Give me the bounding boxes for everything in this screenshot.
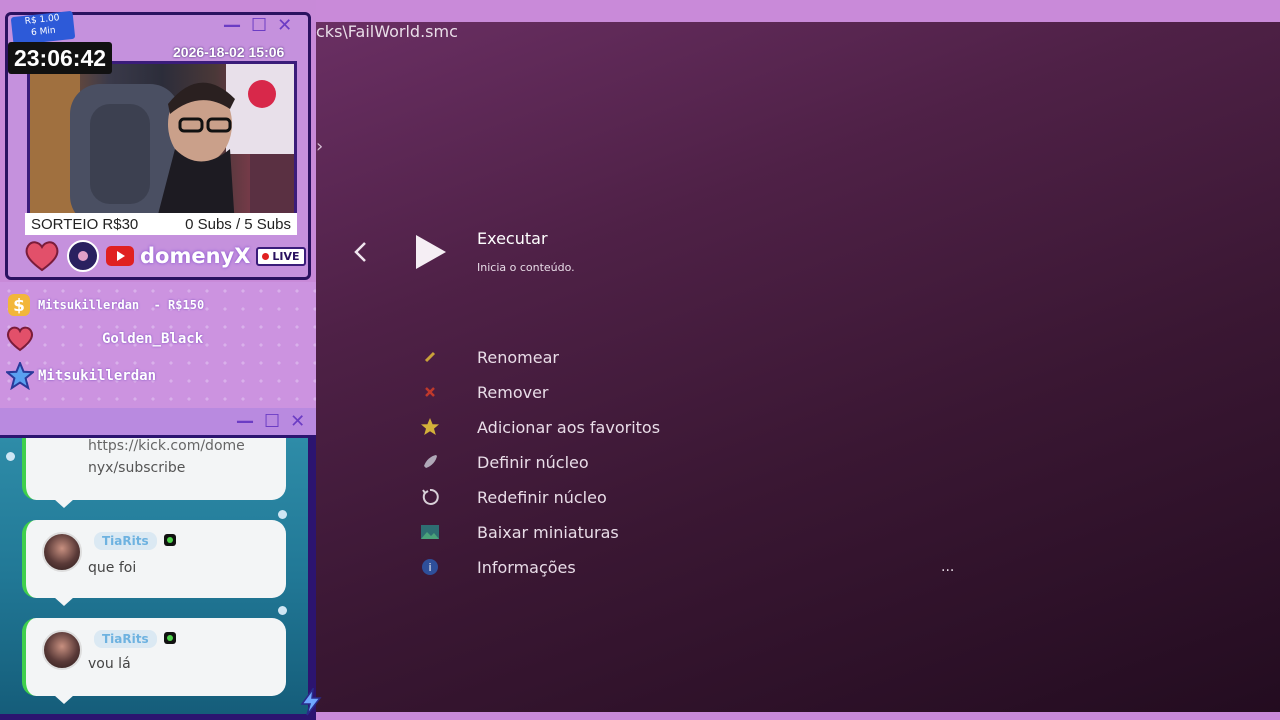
avatar	[42, 630, 82, 670]
message-text: vou lá	[88, 656, 131, 672]
menu-item-label: Remover	[477, 382, 549, 402]
decor-dot	[278, 606, 287, 615]
username: TiaRits	[94, 532, 157, 550]
event-row: Mitsukillerdan	[6, 362, 156, 390]
more-ellipsis: ...	[941, 559, 955, 575]
channel-name: domenyX	[140, 244, 251, 268]
menu-item-label: Informações	[477, 557, 576, 577]
message-text: que foi	[88, 560, 137, 576]
webcam-feed	[27, 61, 297, 229]
event-text: Golden_Black	[102, 331, 204, 347]
maximize-icon: ☐	[264, 411, 281, 432]
menu-item-remove[interactable]: Remover	[418, 378, 978, 406]
channel-footer: domenyX LIVE	[24, 239, 306, 273]
svg-text:i: i	[428, 561, 431, 574]
menu-item-label: Baixar miniaturas	[477, 522, 619, 542]
rocket-icon	[418, 450, 442, 474]
menu-item-information[interactable]: i Informações	[418, 553, 978, 581]
bubble-tail	[54, 499, 74, 508]
back-arrow-icon[interactable]	[352, 240, 370, 264]
pencil-icon	[418, 345, 442, 369]
message-text: https://kick.com/dome	[88, 438, 245, 454]
menu-top-bar	[316, 0, 1280, 22]
chat-titlebar: — ☐ ✕	[0, 408, 316, 438]
menu-item-reset-core[interactable]: Redefinir núcleo	[418, 483, 978, 511]
window-controls: — ☐ ✕	[223, 17, 292, 35]
run-subtitle: Inicia o conteúdo.	[477, 261, 575, 274]
clock: 23:06:42	[8, 42, 112, 74]
event-row: Golden_Black	[6, 326, 203, 352]
decor-dot	[6, 452, 15, 461]
heart-icon	[25, 241, 59, 272]
vinyl-icon	[67, 240, 99, 272]
minimize-icon: —	[236, 411, 254, 432]
giveaway-text: SORTEIO R$30	[31, 215, 139, 233]
webcam-scene-image	[30, 64, 294, 226]
menu-item-label: Definir núcleo	[477, 452, 589, 472]
live-badge: LIVE	[256, 246, 306, 266]
event-text: Mitsukillerdan - R$150	[38, 298, 205, 312]
menu-item-add-favorite[interactable]: Adicionar aos favoritos	[418, 413, 978, 441]
badge-icon	[164, 534, 176, 546]
menu-item-download-thumbnails[interactable]: Baixar miniaturas	[418, 518, 978, 546]
avatar	[42, 532, 82, 572]
minimize-icon: —	[223, 15, 241, 36]
star-icon	[6, 362, 34, 390]
message-text: nyx/subscribe	[88, 460, 186, 476]
subs-goal-text: 0 Subs / 5 Subs	[185, 215, 291, 233]
svg-text:$: $	[13, 296, 25, 316]
run-title[interactable]: Executar	[477, 229, 548, 248]
close-icon: ✕	[290, 411, 306, 432]
menu-bottom-bar	[316, 712, 1280, 720]
image-icon	[418, 520, 442, 544]
menu-item-label: Renomear	[477, 347, 559, 367]
chat-message: TiaRits que foi	[22, 520, 286, 606]
play-icon[interactable]	[414, 233, 448, 271]
live-label: LIVE	[272, 249, 300, 263]
caption-bar: SORTEIO R$30 0 Subs / 5 Subs	[25, 213, 297, 235]
datetime: 2026-18-02 15:06	[173, 44, 285, 60]
close-icon	[418, 380, 442, 404]
events-panel: $ Mitsukillerdan - R$150 Golden_Black Mi…	[0, 282, 316, 410]
heart-icon	[6, 326, 34, 352]
event-text: Mitsukillerdan	[38, 368, 157, 384]
username: TiaRits	[94, 630, 157, 648]
menu-item-label: Redefinir núcleo	[477, 487, 607, 507]
menu-item-label: Adicionar aos favoritos	[477, 417, 661, 437]
info-icon: i	[418, 555, 442, 579]
bubble-tail	[54, 597, 74, 606]
chat-message: TiaRits vou lá	[22, 618, 286, 704]
chat-message: https://kick.com/dome nyx/subscribe	[22, 438, 286, 508]
lightning-icon	[300, 688, 322, 716]
content-path: cks\FailWorld.smc	[316, 22, 458, 41]
badge-icon	[164, 632, 176, 644]
bubble-tail	[54, 695, 74, 704]
live-dot-icon	[262, 252, 270, 260]
event-row: $ Mitsukillerdan - R$150	[6, 292, 204, 318]
star-icon	[418, 415, 442, 439]
menu-item-set-core[interactable]: Definir núcleo	[418, 448, 978, 476]
chevron-right-icon: ›	[316, 136, 324, 157]
close-icon: ✕	[277, 15, 293, 36]
reset-icon	[418, 485, 442, 509]
dollar-icon: $	[8, 294, 30, 316]
decor-dot	[278, 510, 287, 519]
chat-window: — ☐ ✕ https://kick.com/dome nyx/subscrib…	[0, 408, 322, 720]
menu-item-rename[interactable]: Renomear	[418, 343, 978, 371]
chat-messages: https://kick.com/dome nyx/subscribe TiaR…	[0, 438, 308, 714]
youtube-icon	[106, 246, 134, 266]
maximize-icon: ☐	[251, 15, 268, 36]
